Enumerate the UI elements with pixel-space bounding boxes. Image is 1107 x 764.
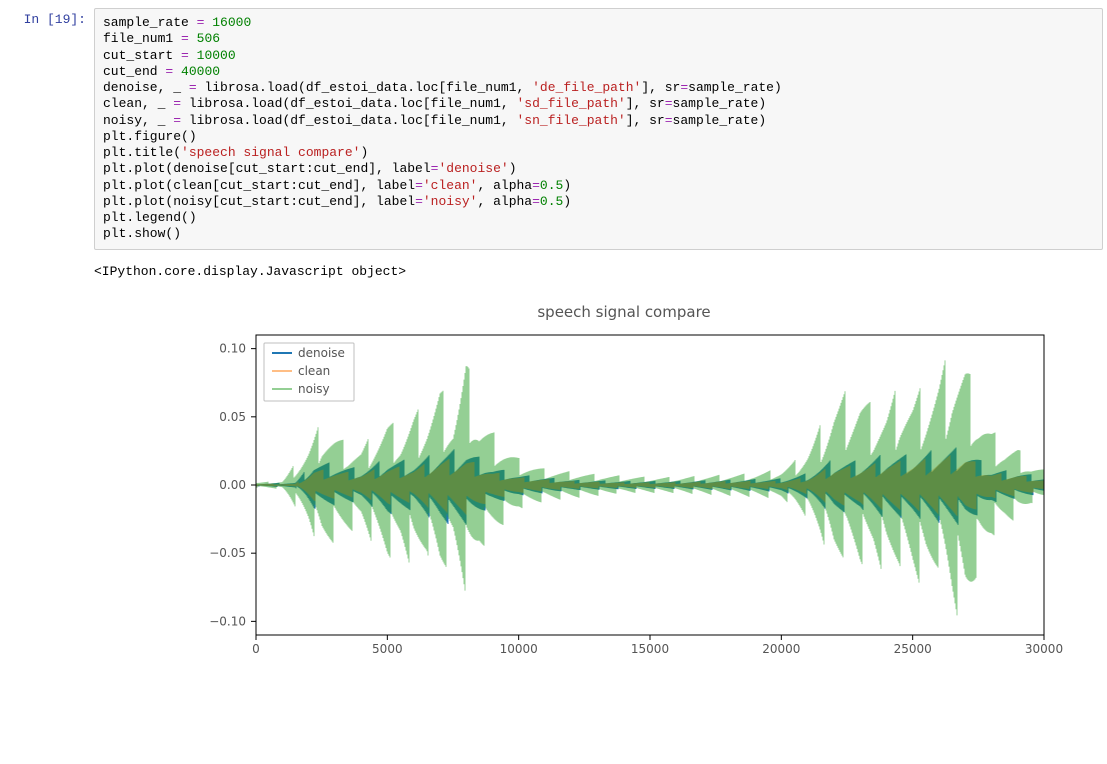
svg-text:−0.05: −0.05 bbox=[209, 546, 246, 560]
output-prompt-empty bbox=[4, 258, 94, 665]
svg-text:−0.10: −0.10 bbox=[209, 614, 246, 628]
svg-text:0.00: 0.00 bbox=[219, 478, 246, 492]
svg-text:0.05: 0.05 bbox=[219, 409, 246, 423]
code-cell: In [19]: sample_rate = 16000 file_num1 =… bbox=[4, 4, 1103, 254]
svg-text:10000: 10000 bbox=[500, 642, 538, 656]
svg-text:20000: 20000 bbox=[762, 642, 800, 656]
svg-text:noisy: noisy bbox=[298, 382, 330, 396]
output-cell: <IPython.core.display.Javascript object>… bbox=[4, 254, 1103, 669]
code-input-area[interactable]: sample_rate = 16000 file_num1 = 506 cut_… bbox=[94, 8, 1103, 250]
svg-text:denoise: denoise bbox=[298, 346, 345, 360]
svg-text:clean: clean bbox=[298, 364, 330, 378]
svg-text:0.10: 0.10 bbox=[219, 341, 246, 355]
input-prompt: In [19]: bbox=[4, 8, 94, 250]
chart-title: speech signal compare bbox=[184, 303, 1064, 321]
svg-text:15000: 15000 bbox=[631, 642, 669, 656]
output-area: <IPython.core.display.Javascript object>… bbox=[94, 258, 1103, 665]
waveform-chart: 0 5000 10000 15000 20000 25000 30000 −0.10 −0.05… bbox=[184, 325, 1064, 665]
stdout-text: <IPython.core.display.Javascript object> bbox=[94, 258, 1103, 283]
svg-text:30000: 30000 bbox=[1025, 642, 1063, 656]
svg-text:0: 0 bbox=[252, 642, 260, 656]
svg-text:5000: 5000 bbox=[372, 642, 403, 656]
chart-output: speech signal compare 0 5000 10000 15000 200… bbox=[184, 303, 1103, 665]
svg-text:25000: 25000 bbox=[894, 642, 932, 656]
